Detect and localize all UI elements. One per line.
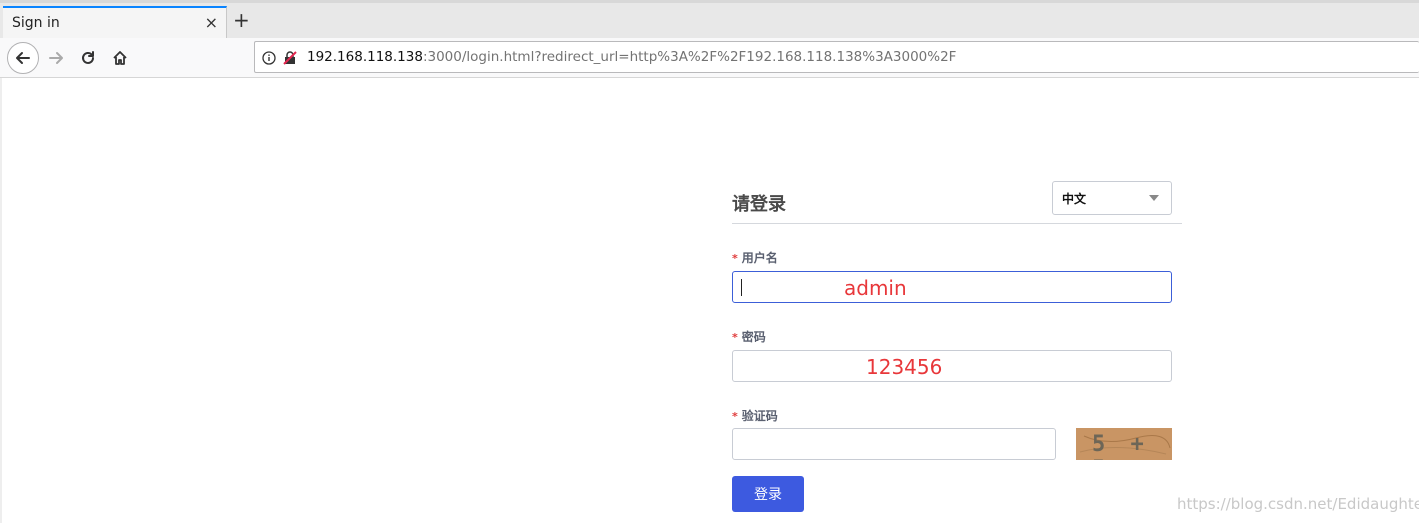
captcha-label-text: 验证码 — [741, 409, 778, 423]
username-label-text: 用户名 — [741, 251, 778, 265]
page-edge — [0, 78, 2, 523]
language-value: 中文 — [1062, 192, 1087, 206]
url-text: 192.168.118.138:3000/login.html?redirect… — [307, 49, 956, 65]
username-annotation: admin — [844, 276, 907, 300]
reload-button[interactable] — [72, 42, 104, 74]
arrow-right-icon — [49, 52, 63, 64]
divider — [732, 223, 1182, 224]
password-input[interactable]: 123456 — [732, 350, 1172, 382]
password-annotation: 123456 — [866, 355, 943, 379]
reload-icon — [82, 51, 94, 64]
url-host: 192.168.118.138 — [307, 49, 423, 65]
required-mark: * — [732, 410, 738, 423]
arrow-left-icon — [16, 52, 30, 64]
navigation-toolbar: 192.168.118.138:3000/login.html?redirect… — [0, 38, 1419, 78]
back-button[interactable] — [7, 42, 39, 74]
close-icon[interactable]: × — [205, 14, 218, 32]
captcha-input[interactable] — [732, 428, 1056, 460]
login-button[interactable]: 登录 — [732, 476, 804, 512]
page-title: 请登录 — [732, 194, 786, 215]
info-icon[interactable] — [262, 51, 276, 65]
password-label-text: 密码 — [741, 330, 766, 344]
required-mark: * — [732, 252, 738, 265]
home-icon — [113, 51, 127, 65]
home-button[interactable] — [104, 42, 136, 74]
username-label: * 用户名 — [732, 249, 778, 266]
url-bar[interactable]: 192.168.118.138:3000/login.html?redirect… — [254, 41, 1419, 73]
forward-button[interactable] — [40, 42, 72, 74]
browser-tab[interactable]: Sign in × — [3, 6, 227, 41]
text-caret — [741, 279, 742, 296]
tab-title: Sign in — [12, 15, 60, 31]
watermark: https://blog.csdn.net/Edidaughter — [1177, 495, 1419, 513]
captcha-image[interactable]: 5 + 5 — [1076, 428, 1172, 460]
insecure-lock-icon[interactable] — [282, 50, 298, 66]
url-icons — [262, 50, 298, 66]
new-tab-icon[interactable]: + — [233, 9, 250, 31]
url-path: :3000/login.html?redirect_url=http%3A%2F… — [422, 49, 957, 65]
caret-down-icon — [1149, 195, 1159, 201]
password-label: * 密码 — [732, 328, 766, 345]
required-mark: * — [732, 331, 738, 344]
username-input[interactable]: admin — [732, 271, 1172, 303]
captcha-label: * 验证码 — [732, 407, 778, 424]
tab-bar: Sign in × + — [0, 0, 1419, 41]
language-select[interactable]: 中文 — [1052, 181, 1172, 215]
captcha-text: 5 + 5 — [1092, 432, 1150, 460]
